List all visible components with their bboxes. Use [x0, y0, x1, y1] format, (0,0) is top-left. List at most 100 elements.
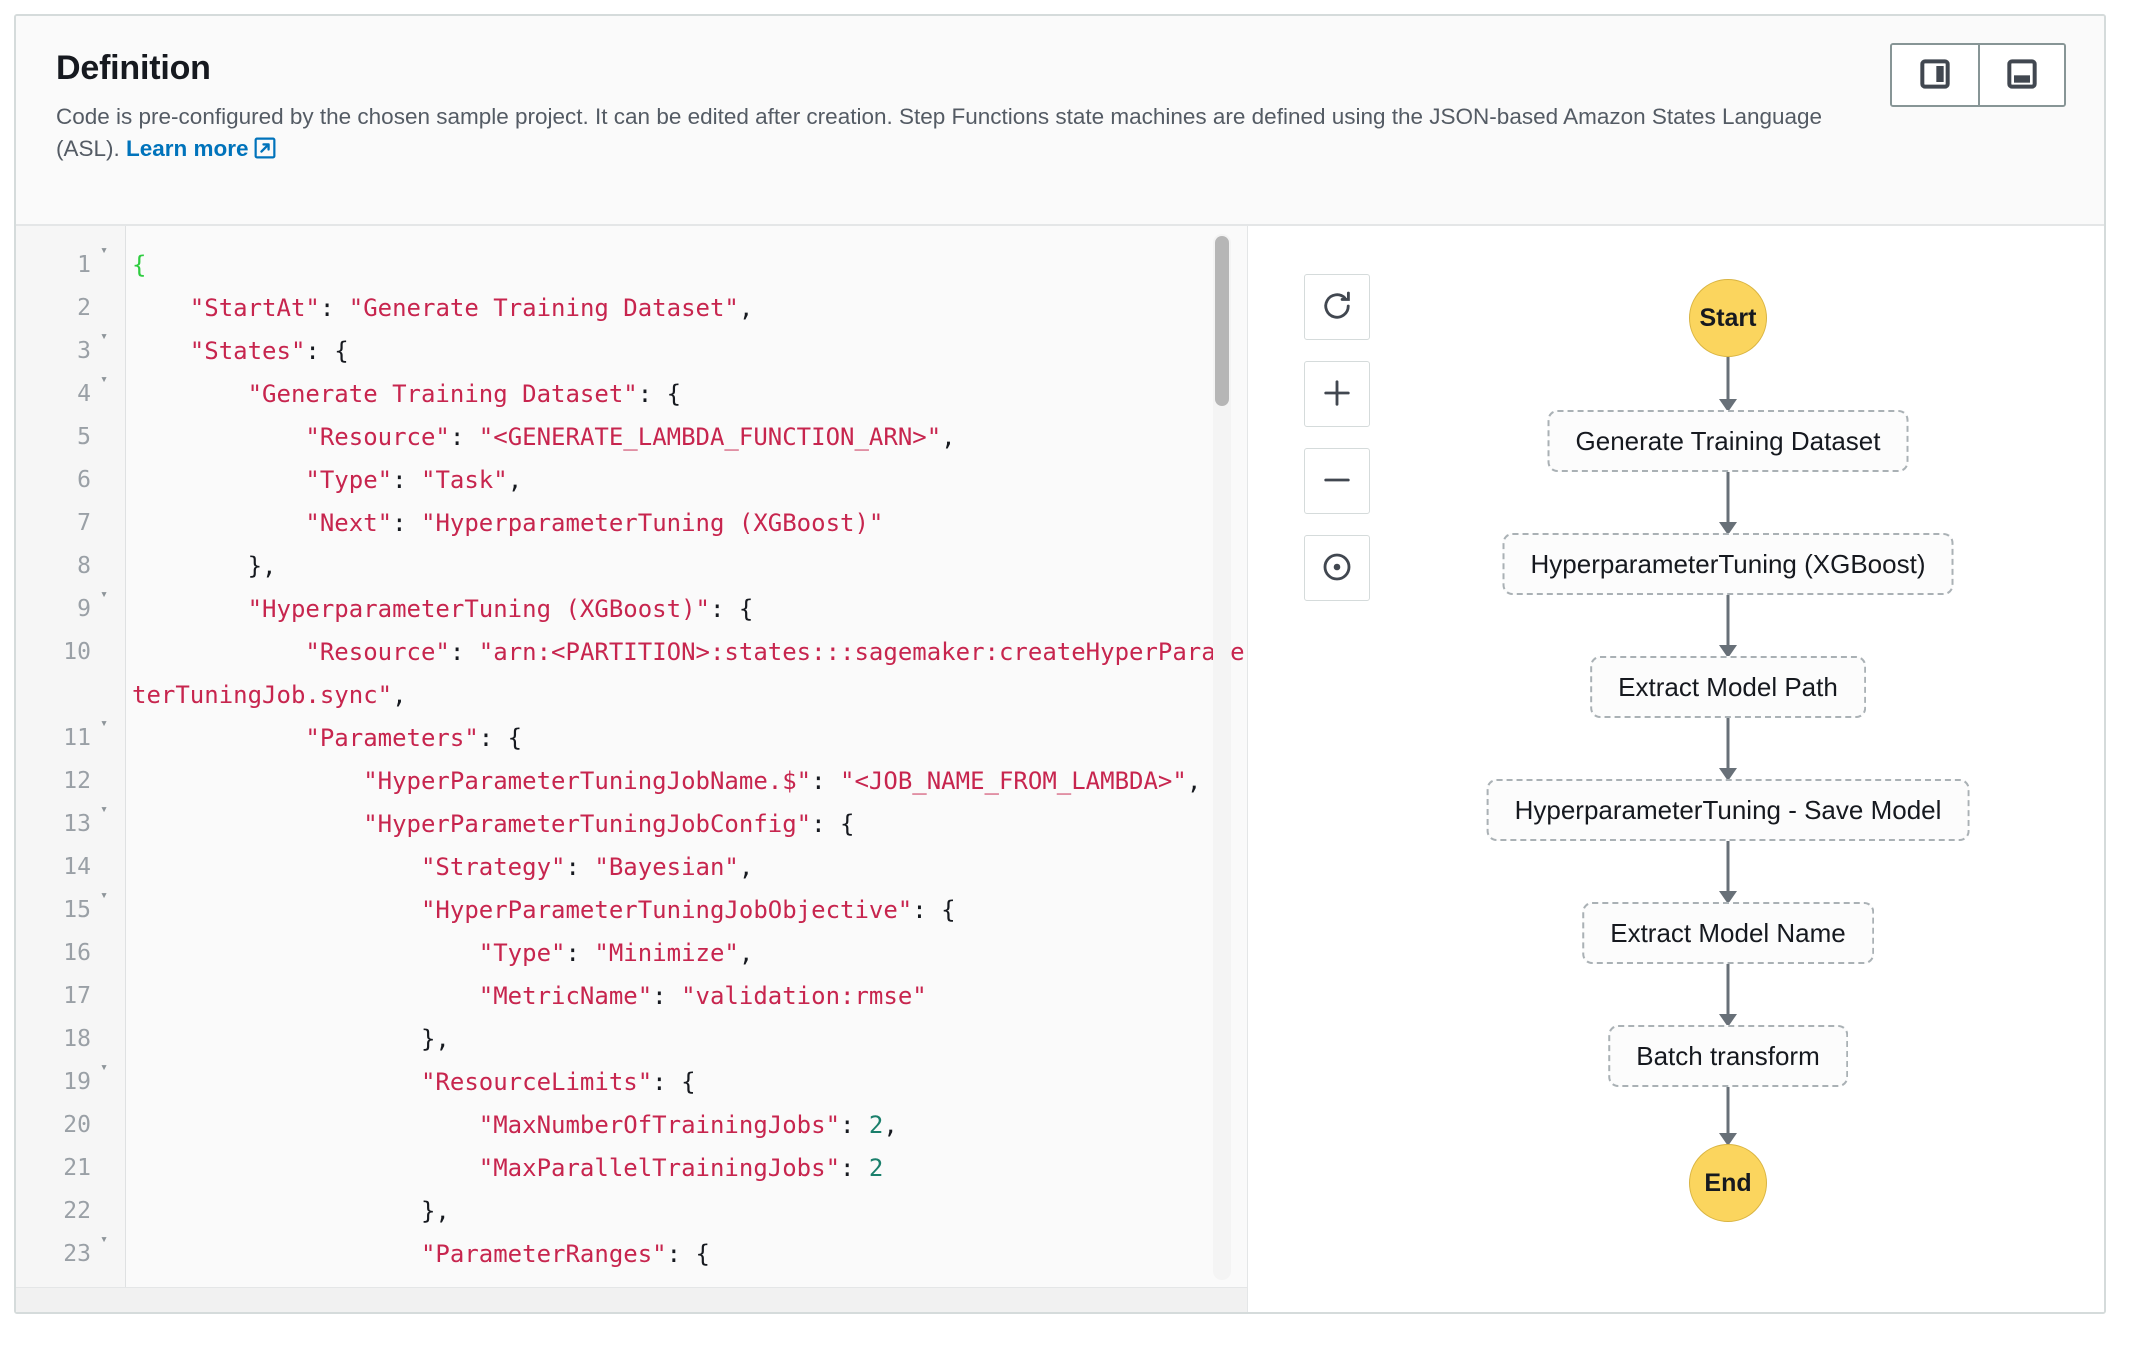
graph-node-extract-model-name[interactable]: Extract Model Name — [1582, 902, 1874, 964]
code-token-str: "ResourceLimits" — [421, 1068, 652, 1096]
code-token-str: "Resource" — [305, 423, 450, 451]
graph-node-batch-transform[interactable]: Batch transform — [1608, 1025, 1848, 1087]
code-line[interactable]: "Parameters": { — [132, 717, 1247, 760]
graph-node-start[interactable]: Start — [1689, 279, 1767, 357]
code-token-punct: : { — [710, 595, 753, 623]
horizontal-split-layout-button[interactable] — [1978, 45, 2064, 105]
code-token-punct: }, — [421, 1197, 450, 1225]
workflow-graph-canvas[interactable]: Start Generate Training Dataset Hyperparam… — [1248, 226, 2104, 1312]
code-line[interactable]: { — [132, 244, 1247, 287]
code-line[interactable]: "HyperParameterTuningJobObjective": { — [132, 889, 1247, 932]
vertical-split-layout-button[interactable] — [1892, 45, 1978, 105]
fold-chevron-down-icon[interactable]: ▾ — [91, 244, 117, 257]
line-number: 20 — [16, 1104, 125, 1147]
learn-more-link[interactable]: Learn more — [126, 136, 276, 161]
code-line[interactable]: "HyperParameterTuningJobConfig": { — [132, 803, 1247, 846]
line-number-value: 10 — [47, 631, 91, 674]
fold-chevron-down-icon[interactable]: ▾ — [91, 330, 117, 343]
code-content[interactable]: { "StartAt": "Generate Training Dataset"… — [126, 226, 1247, 1288]
code-token-str: "Parameters" — [305, 724, 478, 752]
line-number-value: 15 — [47, 889, 91, 932]
graph-node-generate-training-dataset[interactable]: Generate Training Dataset — [1548, 410, 1909, 472]
graph-node-hyperparametertuning-save-model[interactable]: HyperparameterTuning - Save Model — [1487, 779, 1970, 841]
line-number-value: 18 — [47, 1018, 91, 1061]
code-line[interactable]: "StartAt": "Generate Training Dataset", — [132, 287, 1247, 330]
fold-chevron-down-icon[interactable]: ▾ — [91, 1233, 117, 1246]
fold-chevron-down-icon[interactable]: ▾ — [91, 889, 117, 902]
code-line[interactable]: "MaxParallelTrainingJobs": 2 — [132, 1147, 1247, 1190]
code-line[interactable]: "Type": "Task", — [132, 459, 1247, 502]
graph-node-label: Extract Model Name — [1610, 918, 1846, 949]
definition-page: Definition Code is pre-configured by the… — [0, 0, 2134, 1346]
code-line[interactable]: "Generate Training Dataset": { — [132, 373, 1247, 416]
code-token-punct: : { — [479, 724, 522, 752]
code-horizontal-scrollbar[interactable] — [16, 1287, 1247, 1312]
code-token-str: "Bayesian" — [594, 853, 739, 881]
line-number: 15▾ — [16, 889, 125, 932]
code-line[interactable]: "Next": "HyperparameterTuning (XGBoost)" — [132, 502, 1247, 545]
code-line[interactable]: "MaxNumberOfTrainingJobs": 2, — [132, 1104, 1247, 1147]
code-token-punct: }, — [248, 552, 277, 580]
code-token-str: "HyperParameterTuningJobObjective" — [421, 896, 912, 924]
external-link-icon — [254, 136, 276, 168]
line-number: 6 — [16, 459, 125, 502]
code-vertical-scrollbar-thumb[interactable] — [1215, 236, 1229, 406]
fold-chevron-down-icon[interactable]: ▾ — [91, 803, 117, 816]
code-line[interactable]: "Type": "Minimize", — [132, 932, 1247, 975]
code-vertical-scrollbar[interactable] — [1213, 234, 1231, 1280]
workflow-graph-pane: Start Generate Training Dataset Hyperparam… — [1248, 224, 2104, 1312]
code-line[interactable]: }, — [132, 1190, 1247, 1233]
code-line[interactable]: "ParameterRanges": { — [132, 1233, 1247, 1276]
code-token-punct: : — [811, 767, 840, 795]
graph-edge — [1727, 357, 1730, 400]
definition-description-text: Code is pre-configured by the chosen sam… — [56, 104, 1822, 161]
fold-chevron-down-icon[interactable]: ▾ — [91, 588, 117, 601]
line-number-value: 22 — [47, 1190, 91, 1233]
code-token-str: "HyperparameterTuning (XGBoost)" — [248, 595, 710, 623]
code-token-str: "Minimize" — [594, 939, 739, 967]
line-number-value: 11 — [47, 717, 91, 760]
code-token-punct: : — [392, 466, 421, 494]
learn-more-label: Learn more — [126, 136, 249, 161]
code-editor-pane[interactable]: 1▾23▾4▾56789▾1011▾1213▾1415▾16171819▾202… — [16, 224, 1248, 1312]
code-indent — [132, 595, 248, 623]
line-number-value: 7 — [47, 502, 91, 545]
code-line[interactable]: "Resource": "<GENERATE_LAMBDA_FUNCTION_A… — [132, 416, 1247, 459]
code-line[interactable]: "HyperparameterTuning (XGBoost)": { — [132, 588, 1247, 631]
code-token-str: "<JOB_NAME_FROM_LAMBDA>" — [840, 767, 1187, 795]
code-token-str: "HyperParameterTuningJobName.$" — [363, 767, 811, 795]
code-line[interactable]: "Strategy": "Bayesian", — [132, 846, 1247, 889]
code-line[interactable]: "ResourceLimits": { — [132, 1061, 1247, 1104]
code-line[interactable]: }, — [132, 1018, 1247, 1061]
graph-node-extract-model-path[interactable]: Extract Model Path — [1590, 656, 1866, 718]
code-token-str: "HyperParameterTuningJobConfig" — [363, 810, 811, 838]
graph-edge — [1727, 595, 1730, 646]
code-token-punct: : — [652, 982, 681, 1010]
graph-node-hyperparametertuning-xgboost[interactable]: HyperparameterTuning (XGBoost) — [1503, 533, 1954, 595]
graph-node-end[interactable]: End — [1689, 1144, 1767, 1222]
code-line[interactable]: "HyperParameterTuningJobName.$": "<JOB_N… — [132, 760, 1247, 803]
definition-split-body: 1▾23▾4▾56789▾1011▾1213▾1415▾16171819▾202… — [16, 224, 2104, 1312]
code-line[interactable]: }, — [132, 545, 1247, 588]
code-indent — [132, 767, 363, 795]
code-token-punct: , — [883, 1111, 897, 1139]
code-indent — [132, 853, 421, 881]
code-line[interactable]: "States": { — [132, 330, 1247, 373]
line-number-value: 4 — [47, 373, 91, 416]
code-token-str: "Generate Training Dataset" — [248, 380, 638, 408]
code-editor[interactable]: 1▾23▾4▾56789▾1011▾1213▾1415▾16171819▾202… — [16, 226, 1247, 1288]
code-line[interactable]: "Resource": "arn:<PARTITION>:states:::sa… — [132, 631, 1247, 717]
line-number: 9▾ — [16, 588, 125, 631]
line-number-gutter: 1▾23▾4▾56789▾1011▾1213▾1415▾16171819▾202… — [16, 226, 126, 1288]
line-number: 3▾ — [16, 330, 125, 373]
line-number-value: 12 — [47, 760, 91, 803]
fold-chevron-down-icon[interactable]: ▾ — [91, 373, 117, 386]
fold-chevron-down-icon[interactable]: ▾ — [91, 717, 117, 730]
line-number: 16 — [16, 932, 125, 975]
fold-chevron-down-icon[interactable]: ▾ — [91, 1061, 117, 1074]
code-line[interactable]: "MetricName": "validation:rmse" — [132, 975, 1247, 1018]
code-token-str: "MaxNumberOfTrainingJobs" — [479, 1111, 840, 1139]
code-token-punct: : { — [652, 1068, 695, 1096]
layout-toggle-group[interactable] — [1890, 43, 2066, 107]
code-token-punct: , — [941, 423, 955, 451]
